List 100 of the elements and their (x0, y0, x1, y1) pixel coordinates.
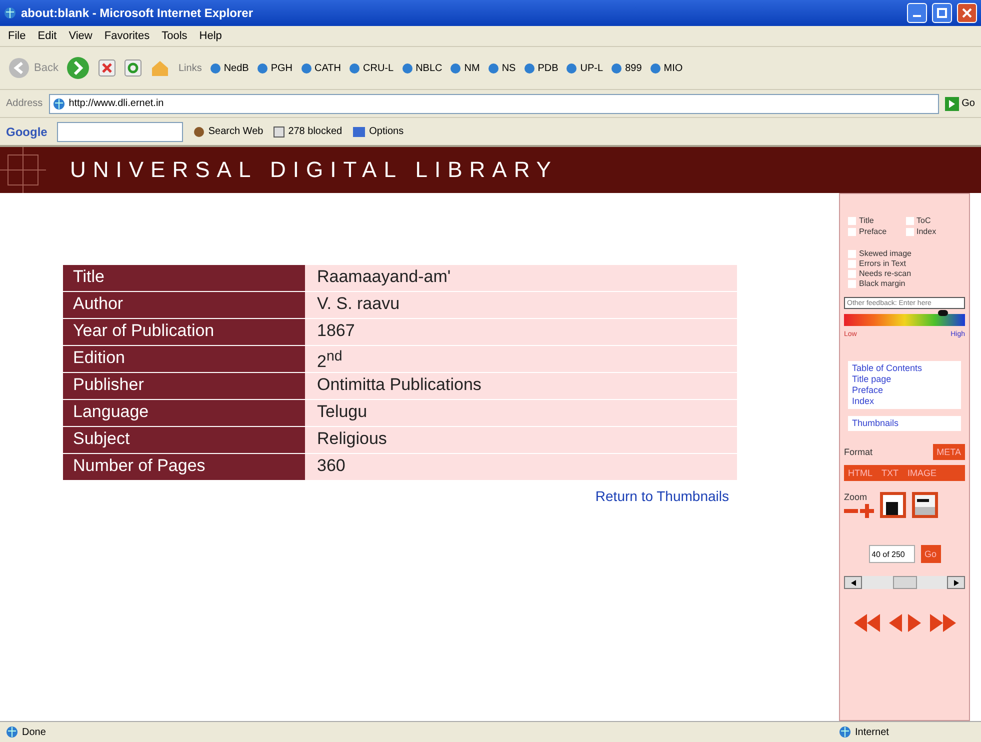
scroll-thumb[interactable] (892, 576, 916, 589)
link-button[interactable]: PGH (256, 62, 293, 74)
google-search-field[interactable] (57, 122, 184, 142)
close-button[interactable] (957, 3, 977, 23)
close-icon (962, 8, 972, 18)
thumbnails-link[interactable]: Thumbnails (852, 418, 957, 429)
checkbox-label[interactable]: Title (848, 216, 904, 225)
field-value: Telugu (305, 400, 737, 426)
field-label: Number of Pages (63, 454, 305, 480)
link-button[interactable]: 899 (611, 62, 642, 74)
link-button[interactable]: MIO (650, 62, 683, 74)
scroll-right-button[interactable] (947, 576, 965, 589)
contents-link[interactable]: Table of Contents (852, 363, 957, 374)
right-arrow-icon (908, 614, 924, 632)
globe-icon (839, 726, 851, 738)
status-text: Done (22, 726, 47, 738)
next-page-button[interactable] (908, 614, 924, 632)
links-label: Links (178, 62, 202, 74)
popup-blocked-button[interactable]: 278 blocked (273, 126, 342, 138)
field-label: Edition (63, 346, 305, 372)
checkbox-label[interactable]: Preface (848, 227, 904, 236)
field-value: 360 (305, 454, 737, 480)
ie-icon (4, 7, 16, 19)
contents-link[interactable]: Preface (852, 385, 957, 396)
globe-icon (256, 62, 268, 74)
window-icon (273, 126, 286, 138)
google-logo: Google (6, 124, 48, 138)
link-button[interactable]: NS (488, 62, 516, 74)
globe-icon (349, 62, 360, 74)
globe-icon (210, 62, 221, 74)
double-left-arrow-icon (854, 614, 880, 632)
globe-icon (300, 62, 312, 74)
address-field[interactable]: http://www.dli.ernet.in (48, 94, 939, 114)
globe-icon (650, 62, 661, 74)
checkbox-label[interactable]: Skewed image (848, 249, 961, 258)
link-button[interactable]: CRU-L (349, 62, 394, 74)
return-link[interactable]: Return to Thumbnails (595, 488, 737, 504)
link-button[interactable]: UP-L (566, 62, 604, 74)
field-value: 1867 (305, 319, 737, 345)
go-button[interactable]: Go (944, 96, 975, 110)
field-label: Author (63, 292, 305, 318)
fit-page-button[interactable] (880, 492, 906, 518)
field-label: Year of Publication (63, 319, 305, 345)
field-label: Publisher (63, 373, 305, 399)
contents-link[interactable]: Index (852, 396, 957, 407)
field-value: V. S. raavu (305, 292, 737, 318)
checkbox-label[interactable]: ToC (906, 216, 961, 225)
forward-icon[interactable] (66, 56, 90, 80)
left-arrow-icon (850, 580, 856, 586)
zone-text: Internet (855, 726, 890, 738)
double-right-arrow-icon (930, 614, 956, 632)
meter-marker[interactable] (938, 310, 948, 316)
globe-icon (524, 62, 535, 74)
contents-link[interactable]: Title page (852, 374, 957, 385)
checkbox-label[interactable]: Index (906, 227, 961, 236)
checkbox-label[interactable]: Black margin (848, 279, 961, 288)
maximize-button[interactable] (932, 3, 952, 23)
stop-icon[interactable] (98, 59, 116, 77)
field-label: Subject (63, 427, 305, 453)
field-label: Language (63, 400, 305, 426)
globe-icon (450, 62, 462, 74)
checkbox-label[interactable]: Errors in Text (848, 259, 961, 268)
link-button[interactable]: PDB (524, 62, 558, 74)
link-button[interactable]: CATH (300, 62, 341, 74)
refresh-icon[interactable] (124, 59, 142, 77)
maximize-icon (937, 8, 947, 18)
menu-item[interactable]: Favorites (104, 30, 150, 42)
page-number-field[interactable]: 40 of 250 (868, 545, 914, 563)
menu-item[interactable]: Tools (162, 30, 188, 42)
globe-icon (402, 62, 413, 74)
checkbox-label[interactable]: Needs re-scan (848, 269, 961, 278)
menu-item[interactable]: File (8, 30, 26, 42)
menu-item[interactable]: View (68, 30, 92, 42)
menu-item[interactable]: Help (199, 30, 222, 42)
link-button[interactable]: NedB (210, 62, 249, 74)
window-title: about:blank - Microsoft Internet Explorer (21, 6, 254, 20)
options-button[interactable]: Options (352, 126, 404, 138)
zoom-in-icon[interactable] (860, 504, 874, 518)
first-page-button[interactable] (854, 614, 880, 632)
link-button[interactable]: NM (450, 62, 480, 74)
globe-icon (488, 62, 499, 74)
page-scrollbar[interactable] (844, 576, 965, 589)
field-label: Title (63, 265, 305, 291)
search-web-button[interactable]: Search Web (193, 126, 264, 138)
globe-icon (566, 62, 578, 74)
field-value: 2$^{nd}$ (305, 346, 737, 372)
fit-width-button[interactable] (912, 492, 938, 518)
address-label: Address (6, 98, 43, 109)
minimize-button[interactable] (907, 3, 927, 23)
field-value: Religious (305, 427, 737, 453)
format-label: Format (844, 447, 873, 457)
site-title: UNIVERSAL DIGITAL LIBRARY (70, 157, 558, 183)
field-value: Raamaayand-am' (305, 265, 737, 291)
right-arrow-icon (954, 580, 958, 586)
link-button[interactable]: NBLC (402, 62, 442, 74)
last-page-button[interactable] (930, 614, 956, 632)
menu-item[interactable]: Edit (38, 30, 57, 42)
zoom-label: Zoom (844, 492, 868, 502)
scroll-left-button[interactable] (844, 576, 862, 589)
field-value: Ontimitta Publications (305, 373, 737, 399)
